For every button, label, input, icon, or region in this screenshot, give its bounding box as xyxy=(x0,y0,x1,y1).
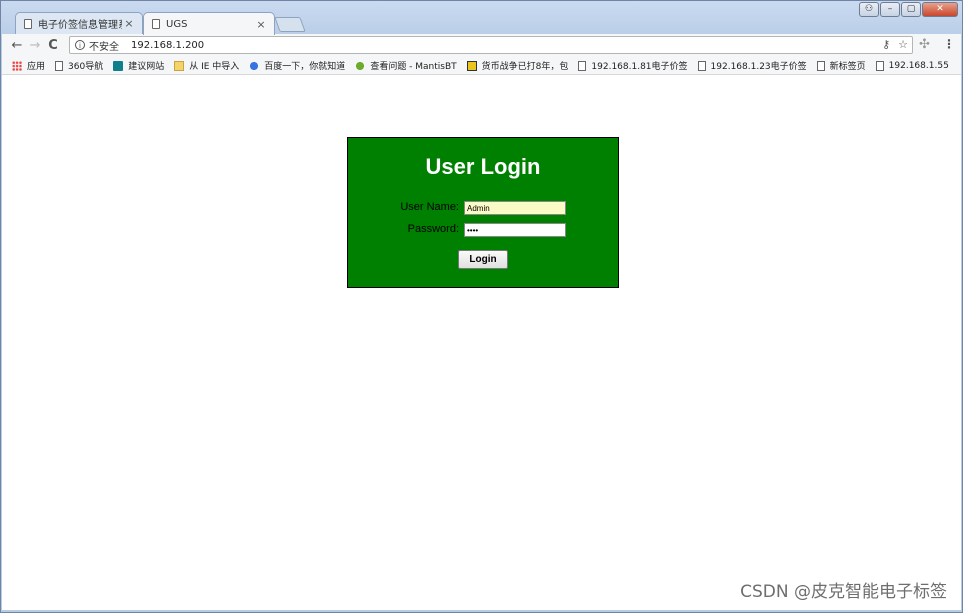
username-row: User Name: xyxy=(348,201,618,215)
user-icon[interactable]: ⚇ xyxy=(859,2,879,17)
page-icon xyxy=(816,60,825,71)
tab-close-icon[interactable]: × xyxy=(122,17,136,30)
bookmark-label: 192.168.1.55 xyxy=(888,60,949,71)
page-icon xyxy=(24,18,32,29)
mantis-icon xyxy=(355,60,366,71)
bookmark-360[interactable]: 360导航 xyxy=(55,59,103,72)
tab-esl-system[interactable]: 电子价签信息管理系统 × xyxy=(15,12,143,34)
bookmark-55[interactable]: 192.168.1.55 xyxy=(875,60,949,71)
star-icon[interactable]: ☆ xyxy=(898,38,908,51)
url-text[interactable]: 192.168.1.200 xyxy=(131,40,204,51)
close-window-button[interactable]: ✕ xyxy=(922,2,958,17)
window-controls: ⚇ – ▢ ✕ xyxy=(859,2,958,17)
bookmark-label: 查看问题 - MantisBT xyxy=(370,62,457,72)
key-icon[interactable]: ⚷ xyxy=(882,38,890,51)
forward-button[interactable]: → xyxy=(26,38,44,53)
extension-icon[interactable]: ✣ xyxy=(919,37,930,52)
tab-title: 电子价签信息管理系统 xyxy=(38,20,122,31)
tab-ugs[interactable]: UGS × xyxy=(143,12,275,35)
info-icon[interactable]: i xyxy=(75,40,85,50)
bookmark-mantis[interactable]: 查看问题 - MantisBT xyxy=(355,59,457,72)
bookmark-ie-import[interactable]: 从 IE 中导入 xyxy=(174,59,239,72)
bookmark-label: 货币战争已打8年，包 xyxy=(481,62,569,72)
bookmark-baidu[interactable]: 百度一下，你就知道 xyxy=(249,59,345,72)
maximize-button[interactable]: ▢ xyxy=(901,2,921,17)
password-input[interactable] xyxy=(464,223,566,237)
password-label: Password: xyxy=(407,223,459,235)
username-input[interactable] xyxy=(464,201,566,215)
bookmark-label: 百度一下，你就知道 xyxy=(264,62,346,72)
page-icon xyxy=(697,60,706,71)
browser-toolbar: ← → C i 不安全 192.168.1.200 ⚷ ☆ ✣ ⋮ xyxy=(2,34,961,57)
security-label: 不安全 xyxy=(89,41,119,53)
bookmark-label: 192.168.1.81电子价签 xyxy=(591,62,688,72)
bookmark-currency[interactable]: 货币战争已打8年，包 xyxy=(466,59,569,72)
page-icon xyxy=(55,60,64,71)
baidu-paw-icon xyxy=(249,60,260,71)
page-content: User Login User Name: Password: Login CS… xyxy=(2,75,961,610)
login-title: User Login xyxy=(425,154,541,179)
menu-icon[interactable]: ⋮ xyxy=(943,37,955,51)
tab-close-icon[interactable]: × xyxy=(254,18,268,31)
new-tab-button[interactable] xyxy=(274,17,306,32)
login-panel: User Login User Name: Password: Login xyxy=(347,137,619,288)
page-icon xyxy=(875,60,884,71)
page-icon xyxy=(152,19,160,29)
tab-title: UGS xyxy=(166,18,188,30)
bookmark-23[interactable]: 192.168.1.23电子价签 xyxy=(697,59,807,72)
tab-strip: 电子价签信息管理系统 × UGS × ⚇ – ▢ ✕ xyxy=(1,1,962,35)
bookmark-apps[interactable]: 应用 xyxy=(12,59,45,72)
bookmark-81[interactable]: 192.168.1.81电子价签 xyxy=(578,59,688,72)
username-label: User Name: xyxy=(400,201,459,213)
bookmark-label: 新标签页 xyxy=(829,62,866,72)
page-icon xyxy=(578,60,587,71)
login-button[interactable]: Login xyxy=(458,250,508,269)
bookmarks-bar: 应用 360导航 建议网站 从 IE 中导入 百度一下，你就知道 查看问题 - … xyxy=(2,57,961,75)
bing-icon xyxy=(113,60,124,71)
bookmark-label: 建议网站 xyxy=(128,62,165,72)
folder-icon xyxy=(174,60,185,71)
watermark: CSDN @皮克智能电子标签 xyxy=(740,582,947,602)
minimize-button[interactable]: – xyxy=(880,2,900,17)
bookmark-label: 从 IE 中导入 xyxy=(189,62,240,72)
address-bar[interactable]: i 不安全 192.168.1.200 ⚷ ☆ xyxy=(69,36,913,54)
bookmark-label: 360导航 xyxy=(68,62,104,72)
back-button[interactable]: ← xyxy=(8,38,26,53)
bookmark-newtab[interactable]: 新标签页 xyxy=(816,59,866,72)
apps-grid-icon xyxy=(12,60,22,71)
bookmark-label: 192.168.1.23电子价签 xyxy=(710,62,807,72)
reload-button[interactable]: C xyxy=(44,38,62,53)
bookmark-label: 应用 xyxy=(27,62,46,72)
bookmark-suggested[interactable]: 建议网站 xyxy=(113,59,164,72)
browser-window: 电子价签信息管理系统 × UGS × ⚇ – ▢ ✕ ← → C i 不安全 1… xyxy=(0,0,963,613)
coin-icon xyxy=(466,60,477,71)
password-row: Password: xyxy=(348,223,618,237)
